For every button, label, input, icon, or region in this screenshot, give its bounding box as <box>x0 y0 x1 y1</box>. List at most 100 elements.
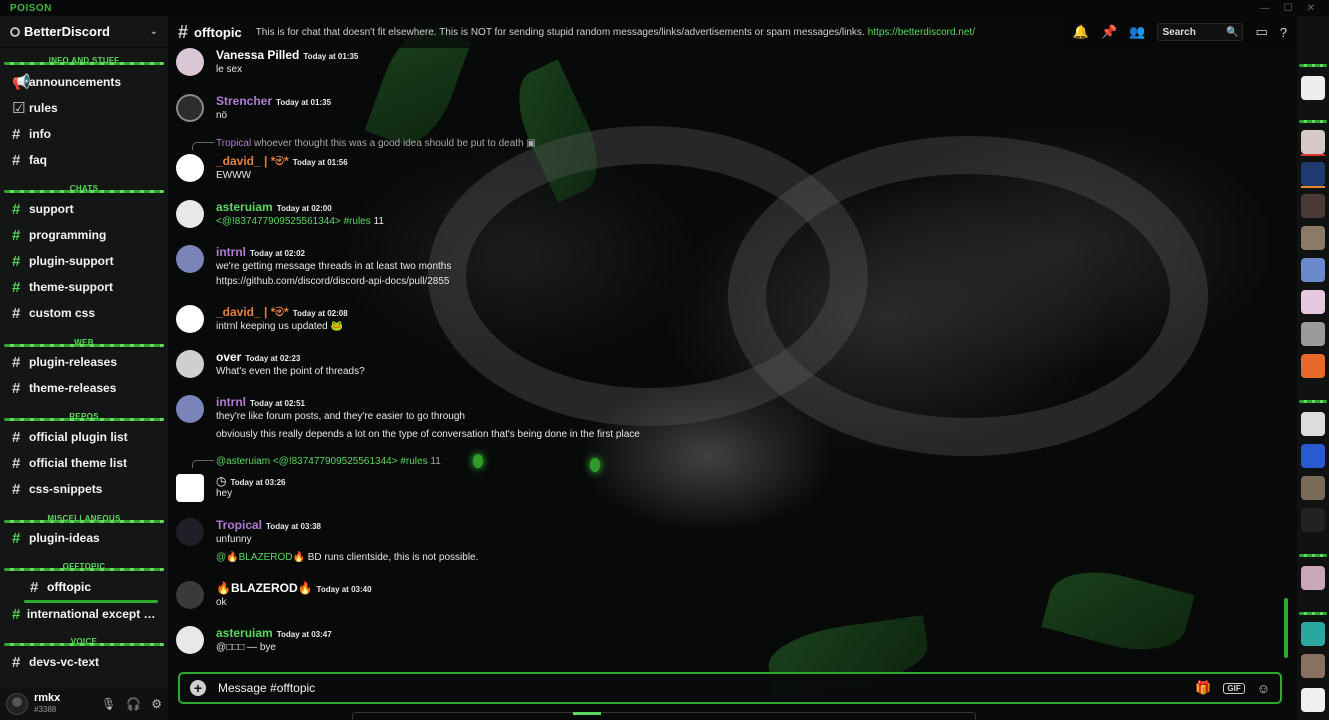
avatar[interactable] <box>176 245 204 273</box>
avatar[interactable] <box>176 48 204 76</box>
server-icon <box>10 26 20 37</box>
avatar[interactable] <box>176 581 204 609</box>
channel-theme-support[interactable]: # theme-support <box>4 277 162 297</box>
hash-icon: # <box>12 200 21 218</box>
message-author[interactable]: Tropical <box>216 518 262 532</box>
message-author[interactable]: over <box>216 350 241 364</box>
category-miscellaneous[interactable]: MISCELLANEOUS <box>0 510 168 524</box>
avatar[interactable] <box>176 474 204 502</box>
plus-icon[interactable]: + <box>190 680 206 696</box>
server-header[interactable]: BetterDiscord ⌄ <box>0 16 168 48</box>
topic-link[interactable]: https://betterdiscord.net/ <box>868 27 975 38</box>
avatar[interactable] <box>176 395 204 423</box>
avatar[interactable] <box>176 626 204 654</box>
member-avatar[interactable] <box>1301 476 1325 500</box>
channel-plugin-support[interactable]: # plugin-support <box>4 251 162 271</box>
minimize-icon[interactable]: — <box>1260 3 1270 14</box>
member-avatar[interactable] <box>1301 130 1325 154</box>
avatar[interactable] <box>6 693 28 715</box>
message-text: le sex <box>216 64 243 75</box>
channel-support[interactable]: # support <box>4 199 162 219</box>
channel-theme-releases[interactable]: # theme-releases <box>4 378 162 398</box>
category-web[interactable]: WEB <box>0 334 168 348</box>
message-author[interactable]: intrnl <box>216 395 246 409</box>
avatar[interactable] <box>176 350 204 378</box>
channel-mention[interactable]: #rules <box>344 216 371 227</box>
category-voice[interactable]: VOICE <box>0 633 168 647</box>
member-avatar[interactable] <box>1301 508 1325 532</box>
channel-programming[interactable]: # programming <box>4 225 162 245</box>
emoji-icon: 🐸 <box>330 321 343 332</box>
avatar[interactable] <box>176 200 204 228</box>
member-avatar[interactable] <box>1301 322 1325 346</box>
member-avatar[interactable] <box>1301 444 1325 468</box>
member-avatar[interactable] <box>1301 654 1325 678</box>
message-input[interactable]: Message #offtopic <box>218 681 315 695</box>
channel-rules[interactable]: ☑ rules <box>4 98 162 118</box>
channel-official-theme-list[interactable]: # official theme list <box>4 453 162 473</box>
reply-preview[interactable]: @asteruiam <@!837477909525561344> #rules… <box>216 456 441 467</box>
channel-custom-css[interactable]: # custom css <box>4 303 162 323</box>
members-icon[interactable]: 👥 <box>1129 24 1145 40</box>
member-avatar[interactable] <box>1301 290 1325 314</box>
member-avatar[interactable] <box>1301 622 1325 646</box>
avatar[interactable] <box>176 518 204 546</box>
channel-announcements[interactable]: 📢 announcements <box>4 72 162 92</box>
message-composer[interactable]: + Message #offtopic 🎁 GIF ☺ <box>178 672 1282 704</box>
member-avatar[interactable] <box>1301 354 1325 378</box>
member-avatar[interactable] <box>1301 566 1325 590</box>
channel-info[interactable]: # info <box>4 124 162 144</box>
message-author[interactable]: Vanessa Pilled <box>216 48 299 62</box>
message-text: ok <box>216 597 227 608</box>
gift-icon[interactable]: 🎁 <box>1195 680 1211 696</box>
reply-preview[interactable]: Tropical whoever thought this was a good… <box>216 138 536 149</box>
avatar[interactable] <box>176 154 204 182</box>
gear-icon[interactable]: ⚙ <box>151 697 162 711</box>
gif-button[interactable]: GIF <box>1223 682 1245 694</box>
mic-icon[interactable]: 🎙 <box>101 697 116 711</box>
message-author[interactable]: _david_ | *ම* <box>216 305 289 319</box>
chat-area: # offtopic This is for chat that doesn't… <box>168 16 1297 720</box>
user-mention[interactable]: @🔥BLAZEROD🔥 <box>216 552 305 563</box>
category-info[interactable]: INFO AND STUFF <box>0 52 168 66</box>
inbox-icon[interactable]: ▭ <box>1255 24 1267 40</box>
search-input[interactable]: Search 🔍 <box>1157 23 1244 41</box>
channel-faq[interactable]: # faq <box>4 150 162 170</box>
category-repos[interactable]: REPOS <box>0 408 168 422</box>
message-author[interactable]: 🔥BLAZEROD🔥 <box>216 581 313 595</box>
headphones-icon[interactable]: 🎧 <box>126 697 141 711</box>
channel-international[interactable]: #international except engli... <box>4 604 162 624</box>
category-chats[interactable]: CHATS <box>0 180 168 194</box>
channel-plugin-ideas[interactable]: # plugin-ideas <box>4 528 162 548</box>
member-avatar[interactable] <box>1301 258 1325 282</box>
scrollbar[interactable] <box>1284 598 1288 658</box>
user-mention[interactable]: <@!837477909525561344> <box>216 216 341 227</box>
channel-plugin-releases[interactable]: # plugin-releases <box>4 352 162 372</box>
member-avatar[interactable] <box>1301 162 1325 186</box>
help-icon[interactable]: ? <box>1280 25 1287 40</box>
channel-css-snippets[interactable]: # css-snippets <box>4 479 162 499</box>
channel-official-plugin-list[interactable]: # official plugin list <box>4 427 162 447</box>
message-author[interactable]: _david_ | *ම* <box>216 154 289 168</box>
chevron-down-icon[interactable]: ⌄ <box>150 26 158 37</box>
member-avatar[interactable] <box>1301 412 1325 436</box>
avatar[interactable] <box>176 94 204 122</box>
maximize-icon[interactable]: ☐ <box>1284 3 1293 14</box>
message-author[interactable]: asteruiam <box>216 200 273 214</box>
member-avatar[interactable] <box>1301 688 1325 712</box>
message-link[interactable]: https://github.com/discord/discord-api-d… <box>216 276 449 287</box>
message-author[interactable]: Strencher <box>216 94 272 108</box>
member-avatar[interactable] <box>1301 226 1325 250</box>
member-avatar[interactable] <box>1301 194 1325 218</box>
bell-icon[interactable]: 🔔 <box>1073 24 1089 40</box>
avatar[interactable] <box>176 305 204 333</box>
channel-devs-vc-text[interactable]: # devs-vc-text <box>4 652 162 672</box>
message-author[interactable]: asteruiam <box>216 626 273 640</box>
category-offtopic[interactable]: OFFTOPIC <box>0 558 168 572</box>
message-author[interactable]: intrnl <box>216 245 246 259</box>
member-avatar[interactable] <box>1301 76 1325 100</box>
channel-offtopic[interactable]: # offtopic <box>22 577 158 597</box>
pin-icon[interactable]: 📌 <box>1101 24 1117 40</box>
close-icon[interactable]: ✕ <box>1307 3 1315 14</box>
emoji-icon[interactable]: ☺ <box>1257 681 1270 696</box>
